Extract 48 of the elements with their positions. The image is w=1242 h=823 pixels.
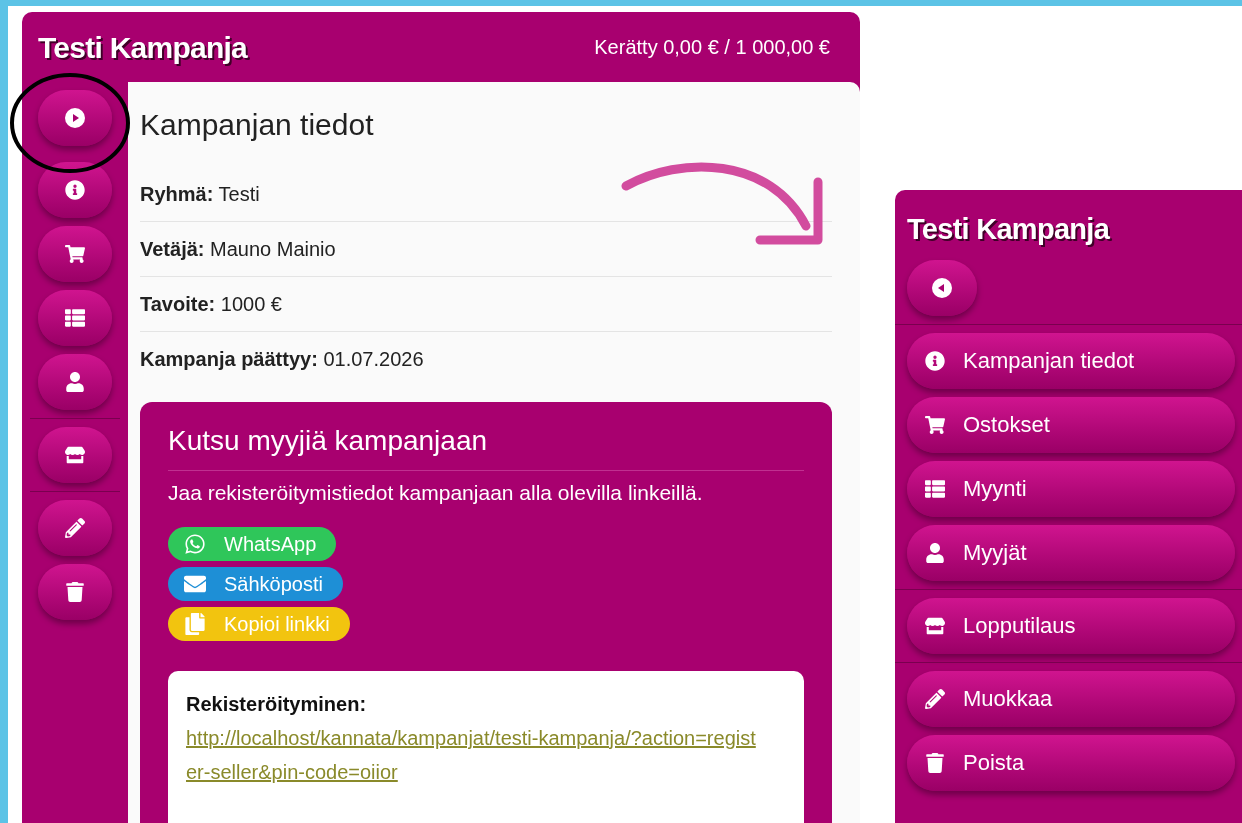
user-icon [65,372,85,392]
collapse-icon [931,276,953,299]
info-icon [925,350,945,371]
nav-icon-button[interactable] [38,162,112,218]
detail-row-text: Kampanja päättyy: 01.07.2026 [140,347,425,372]
registration-link[interactable]: http://localhost/kannata/kampanjat/testi-kampanja/?action=register-seller&pin-code=oiior [186,721,756,789]
detail-row: Ryhmä: Testi [140,167,832,222]
user-icon [925,542,945,563]
cart-icon [65,244,85,264]
copy-icon [184,613,206,635]
nav-menu-item[interactable]: Myynti [907,460,1235,517]
list-icon [925,478,945,499]
pencil-icon [65,518,85,538]
registration-label: Rekisteröityminen: [186,692,368,717]
expand-icon [64,107,86,129]
nav-menu-item[interactable]: Kampanjan tiedot [907,332,1235,389]
detail-row: Vetäjä: Mauno Mainio [140,222,832,277]
nav-icon-button[interactable] [38,226,112,282]
nav-menu-item[interactable]: Poista [907,734,1235,791]
detail-row: Tavoite: 1000 € [140,277,832,332]
nav-icon-button[interactable] [38,290,112,346]
nav-menu-item[interactable]: Lopputilaus [907,597,1235,654]
cart-icon [925,414,945,435]
share-button[interactable]: Sähköposti [168,567,343,601]
trash-icon [925,752,945,773]
whatsapp-icon [184,533,206,555]
nav-menu-item[interactable]: Ostokset [907,396,1235,453]
list-icon [65,308,85,328]
details-heading: Kampanjan tiedot [140,107,375,143]
nav-menu-item[interactable]: Muokkaa [907,670,1235,727]
info-icon [65,180,85,200]
trash-icon [65,582,85,602]
nav-icon-button[interactable] [38,564,112,620]
nav-icon-button[interactable] [38,354,112,410]
nav-icon-button[interactable] [907,259,977,316]
invite-text: Jaa rekisteröitymistiedot kampanjaan alla olevilla linkeillä. [168,480,704,506]
nav-menu-item[interactable]: Myyjät [907,524,1235,581]
invite-heading: Kutsu myyjiä kampanjaan [168,420,804,471]
store-icon [925,615,945,636]
nav-icon-button[interactable] [38,90,112,146]
store-icon [65,445,85,465]
campaign-title: Testi Kampanja [38,29,247,66]
campaign-title: Testi Kampanja [906,212,1111,247]
collected-amount: Kerätty 0,00 € / 1 000,00 € [594,35,830,60]
nav-icon-button[interactable] [38,500,112,556]
nav-icon-button[interactable] [38,427,112,483]
pencil-icon [925,688,945,709]
envelope-icon [184,573,206,595]
